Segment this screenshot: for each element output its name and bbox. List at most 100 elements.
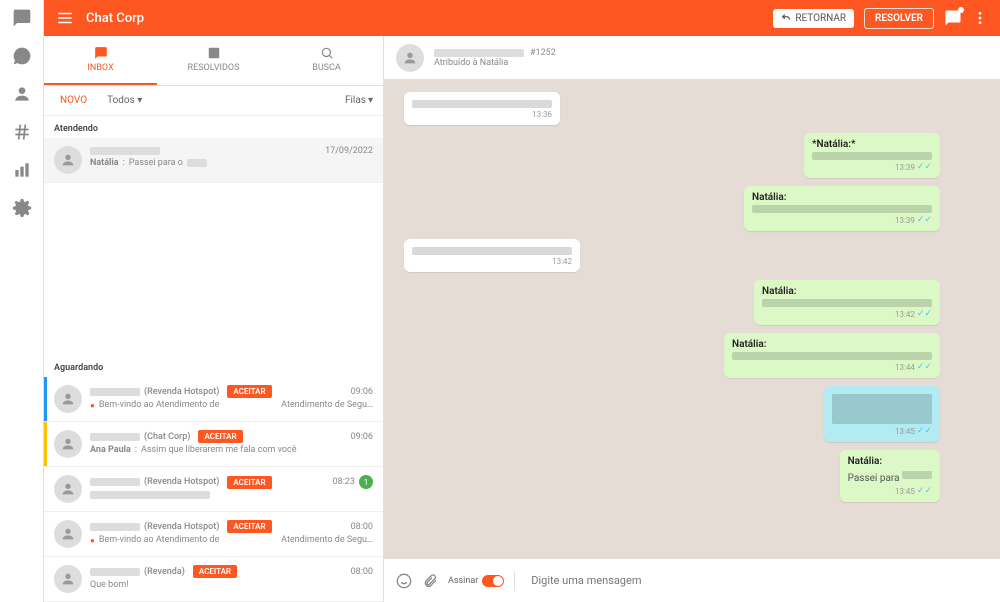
msg-time: 13:36 xyxy=(412,110,552,119)
bot-icon: ● xyxy=(90,401,95,410)
filter-all[interactable]: Todos ▾ xyxy=(101,92,148,109)
message-out: Natália: 13:42✓✓ xyxy=(754,280,940,325)
tab-search-label: BUSCA xyxy=(312,63,341,73)
assigned-label: Atribuído à Natália xyxy=(434,58,988,68)
section-waiting: Aguardando xyxy=(44,355,383,377)
avatar xyxy=(54,385,82,413)
avatar xyxy=(54,430,82,458)
hash-icon[interactable] xyxy=(12,122,32,142)
msg-sender: Natália: xyxy=(848,456,932,467)
conv-time: 08:00 xyxy=(351,567,373,577)
whatsapp-icon[interactable] xyxy=(12,46,32,66)
message-out: *Natália:* 13:39✓✓ xyxy=(804,133,940,178)
filter-new[interactable]: NOVO xyxy=(54,92,93,109)
tabs: INBOX RESOLVIDOS BUSCA xyxy=(44,36,383,86)
main: Chat Corp RETORNAR RESOLVER xyxy=(44,0,1000,602)
message-in: 13:36 xyxy=(404,92,560,125)
conv-body: 17/09/2022 Natália: Passei para o xyxy=(90,146,373,174)
unread-badge: 1 xyxy=(359,475,373,489)
conversation-panel: INBOX RESOLVIDOS BUSCA NOVO Todos ▾ Fila… xyxy=(44,36,384,602)
filter-bar: NOVO Todos ▾ Filas ▾ xyxy=(44,86,383,116)
conversation-item[interactable]: 17/09/2022 Natália: Passei para o xyxy=(44,138,383,183)
content: INBOX RESOLVIDOS BUSCA NOVO Todos ▾ Fila… xyxy=(44,36,1000,602)
chat-contact: #1252 xyxy=(434,48,988,58)
filter-queues[interactable]: Filas ▾ xyxy=(345,95,373,106)
blurred-name xyxy=(90,147,160,155)
inbox-icon xyxy=(94,46,108,60)
filter-queues-label: Filas xyxy=(345,95,366,106)
message-out: Natália: Passei para 13:45✓✓ xyxy=(840,450,940,502)
tab-search[interactable]: BUSCA xyxy=(270,36,383,85)
filter-all-label: Todos xyxy=(107,95,135,106)
topbar-actions: RETORNAR RESOLVER xyxy=(773,8,988,29)
message-in: 13:42 xyxy=(404,239,580,272)
emoji-icon[interactable] xyxy=(396,573,412,589)
msg-time: 13:45 xyxy=(895,427,915,436)
composer: Assinar xyxy=(384,558,1000,602)
conv-preview: Assim que liberarem me fala com você xyxy=(141,445,297,455)
hamburger-icon[interactable] xyxy=(56,9,74,27)
tab-resolved[interactable]: RESOLVIDOS xyxy=(157,36,270,85)
queue-stripe xyxy=(44,422,47,466)
conv-time: 08:00 xyxy=(351,522,373,532)
check-icon: ✓✓ xyxy=(917,215,932,225)
msg-sender: *Natália:* xyxy=(812,139,932,150)
check-icon: ✓✓ xyxy=(917,309,932,319)
msg-time: 13:39 xyxy=(895,163,915,172)
avatar xyxy=(54,565,82,593)
chat-header: #1252 Atribuído à Natália xyxy=(384,36,1000,80)
return-icon xyxy=(781,13,791,23)
conv-source: (Revenda Hotspot) xyxy=(144,387,219,397)
conv-preview: Bem-vindo ao Atendimento de xyxy=(99,400,219,410)
gear-icon[interactable] xyxy=(12,198,32,218)
conv-source: (Revenda Hotspot) xyxy=(144,522,219,532)
msg-text: Passei para xyxy=(848,473,900,484)
conversation-item[interactable]: (Chat Corp)ACEITAR 09:06 Ana Paula: Assi… xyxy=(44,422,383,467)
accept-button[interactable]: ACEITAR xyxy=(227,476,271,489)
more-icon[interactable] xyxy=(972,10,988,26)
avatar xyxy=(54,146,82,174)
return-button[interactable]: RETORNAR xyxy=(773,9,854,28)
message-out: 13:45✓✓ xyxy=(824,386,940,442)
page-title: Chat Corp xyxy=(86,11,773,26)
conversation-item[interactable]: (Revenda Hotspot)ACEITAR 09:06 ●Bem-vind… xyxy=(44,377,383,422)
msg-sender: Natália: xyxy=(732,339,932,350)
accept-button[interactable]: ACEITAR xyxy=(227,520,271,533)
accept-button[interactable]: ACEITAR xyxy=(193,565,237,578)
check-icon: ✓✓ xyxy=(917,362,932,372)
contacts-icon[interactable] xyxy=(12,84,32,104)
sign-toggle[interactable]: Assinar xyxy=(448,575,504,587)
check-icon xyxy=(207,46,221,60)
nav-rail xyxy=(0,0,44,602)
chat-icon[interactable] xyxy=(12,8,32,28)
avatar[interactable] xyxy=(396,44,424,72)
avatar xyxy=(54,475,82,503)
conv-source: (Chat Corp) xyxy=(144,432,190,442)
ticket-number: #1252 xyxy=(530,48,556,58)
resolve-button[interactable]: RESOLVER xyxy=(864,8,934,29)
queue-stripe xyxy=(44,377,47,421)
accept-button[interactable]: ACEITAR xyxy=(227,385,271,398)
tab-inbox[interactable]: INBOX xyxy=(44,36,157,85)
conv-source: (Revenda Hotspot) xyxy=(144,477,219,487)
notification-icon[interactable] xyxy=(944,9,962,27)
message-out: Natália: 13:39✓✓ xyxy=(744,186,940,231)
conv-source: (Revenda) xyxy=(144,567,185,577)
accept-button[interactable]: ACEITAR xyxy=(198,430,242,443)
conversation-item[interactable]: (Revenda Hotspot)ACEITAR 08:00 ●Bem-vind… xyxy=(44,512,383,557)
toggle-switch[interactable] xyxy=(482,575,504,587)
msg-sender: Natália: xyxy=(762,286,932,297)
conv-preview: Bem-vindo ao Atendimento de xyxy=(99,535,219,545)
check-icon: ✓✓ xyxy=(917,486,932,496)
message-input[interactable] xyxy=(525,568,988,593)
tab-inbox-label: INBOX xyxy=(87,63,113,73)
stats-icon[interactable] xyxy=(12,160,32,180)
return-label: RETORNAR xyxy=(795,13,846,24)
conversation-item[interactable]: (Revenda Hotspot) ACEITAR 08:23 1 xyxy=(44,467,383,512)
chat-panel: #1252 Atribuído à Natália 13:36 *Natália… xyxy=(384,36,1000,602)
conv-agent: Ana Paula xyxy=(90,445,131,455)
conv-preview: Passei para o xyxy=(129,158,183,168)
attach-icon[interactable] xyxy=(422,573,438,589)
conv-time: 08:23 xyxy=(333,477,355,487)
conversation-item[interactable]: (Revenda)ACEITAR 08:00 Que bom! xyxy=(44,557,383,602)
